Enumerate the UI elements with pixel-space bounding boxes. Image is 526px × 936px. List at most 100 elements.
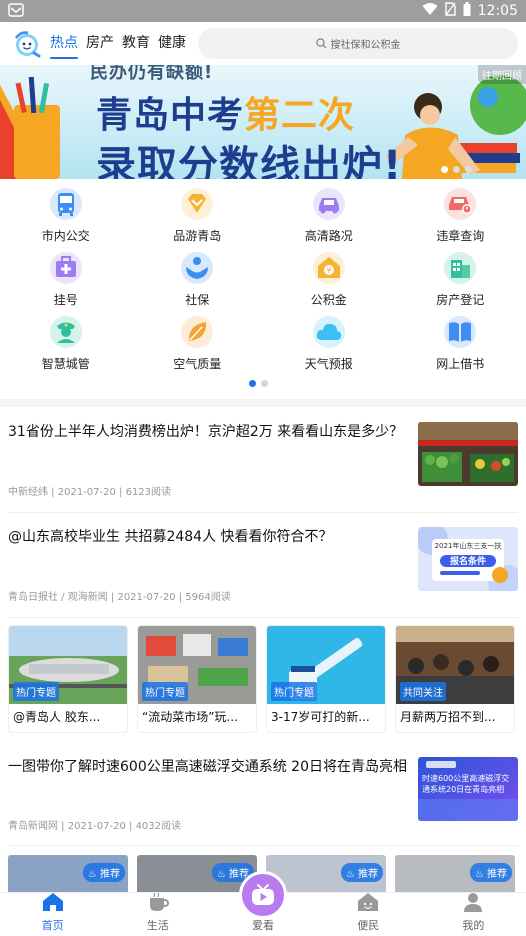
flame-icon: ♨ — [87, 869, 100, 880]
service-house-coin[interactable]: ¥ 公积金 — [263, 251, 395, 307]
service-label: 智慧城管 — [41, 357, 90, 371]
recommend-label: 推荐 — [100, 869, 120, 880]
category-tabs: 热点 房产 教育 健康 — [50, 22, 186, 65]
news-title: 31省份上半年人均消费榜出炉！京沪超2万 来看看山东是多少？ — [8, 424, 404, 440]
page-dot — [261, 380, 268, 387]
service-medical-bag[interactable]: 挂号 — [0, 251, 132, 307]
topic-tag: 热门专题 — [13, 682, 59, 701]
recommend-tag: ♨ 推荐 — [469, 863, 512, 882]
service-label: 空气质量 — [173, 357, 222, 371]
topic-tag: 热门专题 — [142, 682, 188, 701]
svg-text:¥: ¥ — [326, 266, 331, 275]
tab-1[interactable]: 房产 — [86, 22, 114, 65]
news-item[interactable]: 一图带你了解时速600公里高速磁浮交通系统 20日将在青岛亮相 青岛新闻网 | … — [0, 757, 526, 837]
carousel-dot — [453, 166, 460, 173]
hands-icon — [180, 251, 214, 285]
battery-icon — [463, 2, 471, 20]
service-violation-car[interactable]: 违章查询 — [395, 187, 526, 243]
smile-house-icon — [357, 892, 379, 917]
tab-0[interactable]: 热点 — [50, 22, 78, 65]
card-image: 热门专题 — [267, 626, 385, 704]
wifi-icon — [422, 2, 438, 20]
service-car[interactable]: 高清路况 — [263, 187, 395, 243]
watch-center-button[interactable] — [239, 871, 287, 919]
app-screen: 12:05 热点 房产 教育 健康 搜社保和公积金 民办仍有缺额! 青岛中考第二… — [0, 0, 526, 936]
service-officer[interactable]: 智慧城管 — [0, 315, 132, 371]
thumb-caption: 2021年山东三支一扶 — [434, 542, 502, 550]
service-label: 天气预报 — [304, 357, 353, 371]
service-label: 违章查询 — [436, 229, 485, 243]
bottom-nav-0[interactable]: 首页 — [0, 893, 105, 936]
separator — [8, 617, 518, 618]
page-dot — [249, 380, 256, 387]
topic-tag: 共同关注 — [400, 682, 446, 701]
buildings-icon — [443, 251, 477, 285]
banner-carousel-dots — [441, 166, 472, 173]
video-thumb[interactable]: ♨ 推荐 — [395, 855, 515, 895]
video-thumb[interactable]: ♨ 推荐 — [8, 855, 128, 895]
leaf-icon — [180, 315, 214, 349]
bottom-nav-4[interactable]: 我的 — [421, 893, 526, 936]
news-thumbnail: 时速600公里高速磁浮交通系统20日在青岛亮相 — [418, 757, 518, 821]
search-icon — [315, 38, 326, 49]
no-sim-icon — [444, 2, 456, 20]
topic-card[interactable]: 热门专题 3-17岁可打的新... — [266, 625, 386, 733]
service-label: 网上借书 — [436, 357, 485, 371]
service-leaf[interactable]: 空气质量 — [132, 315, 264, 371]
card-caption: “流动菜市场”玩... — [142, 710, 238, 724]
topic-card[interactable]: 热门专题 “流动菜市场”玩... — [137, 625, 257, 733]
news-meta: 中新经纬 | 2021-07-20 | 6123阅读 — [8, 487, 172, 498]
separator — [8, 845, 518, 846]
card-caption: 3-17岁可打的新... — [271, 710, 370, 724]
tab-3[interactable]: 健康 — [158, 22, 186, 65]
news-item[interactable]: 31省份上半年人均消费榜出炉！京沪超2万 来看看山东是多少？ 中新经纬 | 20… — [0, 422, 526, 512]
service-cloud[interactable]: 天气预报 — [263, 315, 395, 371]
card-image: 热门专题 — [138, 626, 256, 704]
tv-icon — [252, 884, 274, 905]
news-thumbnail — [418, 422, 518, 486]
card-image: 热门专题 — [9, 626, 127, 704]
banner-headline-2: 录取分数线出炉! — [96, 143, 403, 179]
service-diamond[interactable]: 品游青岛 — [132, 187, 264, 243]
recommend-tag: ♨ 推荐 — [82, 863, 125, 882]
app-logo-icon — [14, 30, 41, 57]
officer-icon — [49, 315, 83, 349]
service-label: 品游青岛 — [173, 229, 222, 243]
service-bus[interactable]: 市内公交 — [0, 187, 132, 243]
topic-card[interactable]: 共同关注月薪两万招不到... — [395, 625, 515, 733]
topic-card[interactable]: 热门专题 @青岛人 胶东... — [8, 625, 128, 733]
banner-headline-1: 青岛中考第二次 — [96, 95, 356, 136]
top-nav: 热点 房产 教育 健康 搜社保和公积金 — [0, 22, 526, 65]
past-review-link[interactable]: 往期回顾 — [478, 65, 526, 84]
bottom-nav-1[interactable]: 生活 — [105, 892, 210, 936]
recommend-tag: ♨ 推荐 — [340, 863, 383, 882]
flame-icon: ♨ — [474, 869, 487, 880]
bottom-nav-3[interactable]: 便民 — [316, 893, 421, 936]
service-book[interactable]: 网上借书 — [395, 315, 526, 371]
medical-bag-icon — [49, 251, 83, 285]
person-icon — [462, 892, 484, 917]
service-hands[interactable]: 社保 — [132, 251, 264, 307]
card-caption: 月薪两万招不到... — [400, 710, 496, 724]
search-bar[interactable]: 搜社保和公积金 — [198, 28, 518, 59]
bottom-nav-label: 生活 — [146, 919, 169, 932]
recommend-label: 推荐 — [487, 869, 507, 880]
flame-icon: ♨ — [345, 869, 358, 880]
bottom-nav-label: 我的 — [462, 919, 485, 932]
service-label: 房产登记 — [436, 293, 485, 307]
house-coin-icon: ¥ — [312, 251, 346, 285]
search-placeholder: 搜社保和公积金 — [330, 40, 401, 51]
news-thumbnail: 2021年山东三支一扶 报名条件 — [418, 527, 518, 591]
violation-car-icon — [443, 187, 477, 221]
tab-2[interactable]: 教育 — [122, 22, 150, 65]
news-item[interactable]: @山东高校毕业生 共招募2484人 快看看你符合不？ 青岛日报社 / 观海新闻 … — [0, 527, 526, 612]
cup-icon — [147, 892, 169, 917]
news-meta: 青岛日报社 / 观海新闻 | 2021-07-20 | 5964阅读 — [8, 592, 231, 603]
status-bar: 12:05 — [0, 0, 526, 22]
book-icon — [443, 315, 477, 349]
promo-banner[interactable]: 民办仍有缺额! 青岛中考第二次 录取分数线出炉! 往期回顾 — [0, 65, 526, 179]
bus-icon — [49, 187, 83, 221]
cloud-icon — [312, 315, 346, 349]
service-buildings[interactable]: 房产登记 — [395, 251, 526, 307]
topic-tag: 热门专题 — [271, 682, 317, 701]
